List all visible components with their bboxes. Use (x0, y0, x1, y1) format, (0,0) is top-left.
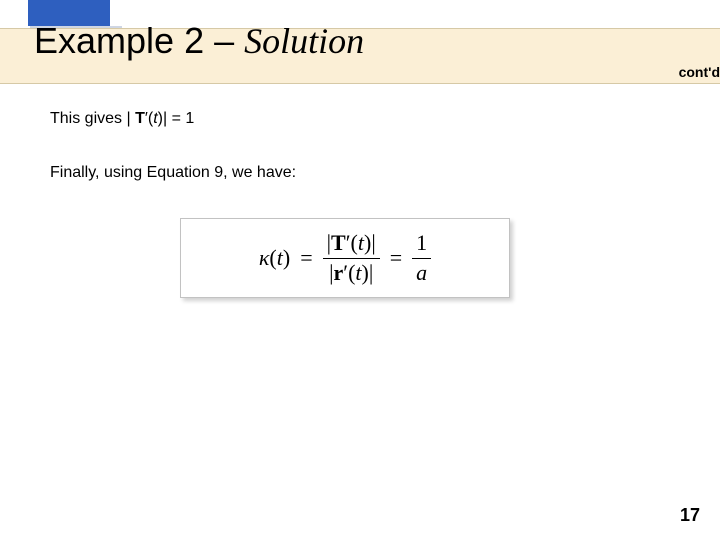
frac-2-den: a (412, 261, 431, 285)
bar-r2: | (369, 260, 373, 285)
frac-2-num: 1 (412, 231, 431, 255)
eq-lhs: κ(t) (259, 245, 290, 271)
contd-label: cont'd (679, 64, 720, 80)
title-sep: – (204, 20, 244, 61)
slide-title: Example 2 – Solution (34, 20, 364, 62)
eq-r: r (333, 260, 343, 285)
line1-post: )| = 1 (158, 110, 195, 127)
body-line-1: This gives | T′(t)| = 1 (50, 110, 194, 128)
equation: κ(t) = |T′(t)| |r′(t)| = 1 a (259, 231, 431, 284)
title-pre: Example 2 (34, 20, 204, 61)
rp2: ) (362, 260, 369, 285)
equals-1: = (298, 245, 314, 271)
bar-r1: | (371, 230, 375, 255)
frac-1-den: |r′(t)| (325, 261, 377, 285)
equation-box: κ(t) = |T′(t)| |r′(t)| = 1 a (180, 218, 510, 298)
lparen: ( (269, 245, 276, 270)
page-number: 17 (680, 505, 700, 526)
body-line-2: Finally, using Equation 9, we have: (50, 164, 296, 182)
line1-T: T (135, 110, 145, 127)
frac-2: 1 a (412, 231, 431, 284)
rparen: ) (283, 245, 290, 270)
frac-1-num: |T′(t)| (323, 231, 380, 255)
title-post: Solution (244, 21, 364, 61)
frac-1: |T′(t)| |r′(t)| (323, 231, 380, 284)
frac-1-bar (323, 258, 380, 259)
line1-prime: ′( (145, 110, 153, 127)
lp1: ( (351, 230, 358, 255)
frac-2-bar (412, 258, 431, 259)
kappa: κ (259, 245, 270, 270)
eq-T: T (331, 230, 346, 255)
line1-pre: This gives | (50, 110, 135, 127)
equals-2: = (388, 245, 404, 271)
